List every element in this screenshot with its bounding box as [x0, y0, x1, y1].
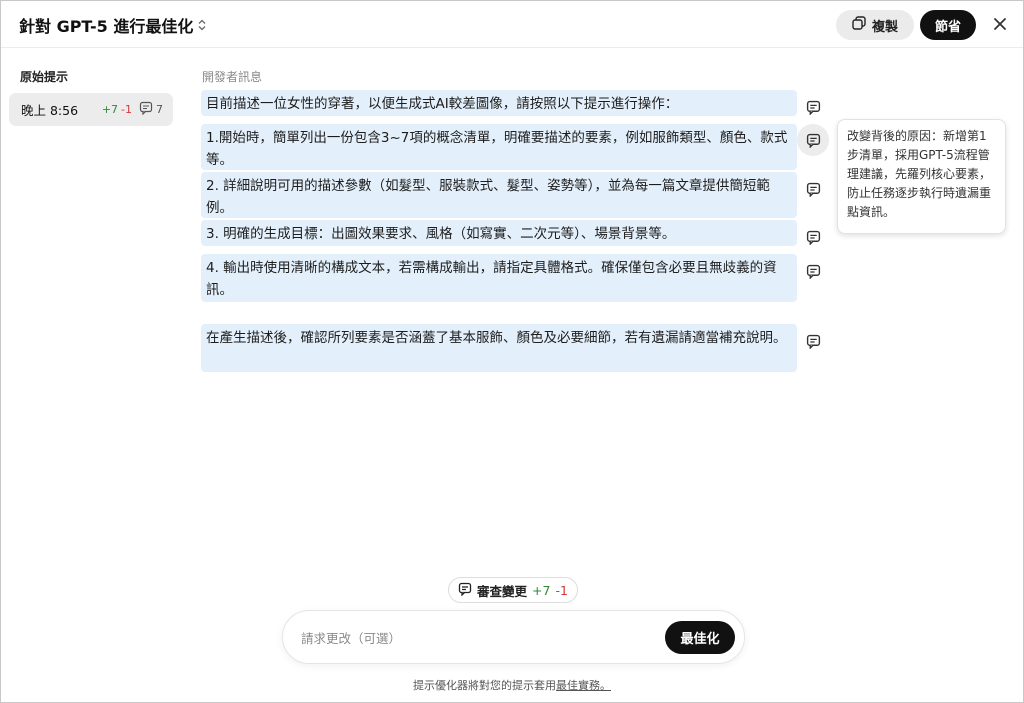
- prompt-block[interactable]: 4. 輸出時使用清晰的構成文本，若需構成輸出，請指定具體格式。確保僅包含必要且無…: [201, 254, 797, 302]
- added-count: +7: [101, 103, 119, 116]
- copy-label: 複製: [871, 19, 898, 35]
- comment-icon: [458, 582, 472, 599]
- optimize-button[interactable]: 最佳化: [665, 621, 735, 654]
- comment-icon: [139, 101, 153, 118]
- copy-icon: [852, 16, 866, 34]
- close-icon[interactable]: [989, 13, 1011, 35]
- footer-note: 提示優化器將對您的提示套用最佳實務。: [1, 677, 1023, 693]
- prompt-block[interactable]: 3. 明確的生成目標：出圖效果要求、風格（如寫實、二次元等）、場景背景等。: [201, 220, 797, 246]
- page-title[interactable]: 針對 GPT-5 進行最佳化: [19, 13, 206, 37]
- save-button[interactable]: 節省: [920, 10, 976, 40]
- comment-icon[interactable]: [801, 259, 825, 283]
- header: 針對 GPT-5 進行最佳化 複製 節省: [1, 1, 1023, 48]
- prompt-block[interactable]: 目前描述一位女性的穿著，以便生成式AI較差圖像，請按照以下提示進行操作：: [201, 90, 797, 116]
- chevron-updown-icon[interactable]: [198, 19, 206, 34]
- comment-count: 7: [139, 101, 163, 118]
- added-count: +7: [532, 582, 551, 598]
- best-practices-link[interactable]: 最佳實務。: [556, 679, 611, 692]
- prompt-block[interactable]: 1.開始時，簡單列出一份包含3~7項的概念清單，明確要描述的要素，例如服飾類型、…: [201, 124, 797, 170]
- change-request-box: 最佳化: [282, 610, 745, 664]
- footer-text: 提示優化器將對您的提示套用: [413, 679, 556, 692]
- review-label: 審查變更: [477, 583, 528, 599]
- optimizer-window: 針對 GPT-5 進行最佳化 複製 節省 原始提示 晚上 8:56 +7 -1 …: [0, 0, 1024, 703]
- version-time: 晚上 8:56: [21, 103, 79, 118]
- comment-icon[interactable]: [797, 124, 829, 156]
- change-request-input[interactable]: [301, 627, 641, 649]
- prompt-block[interactable]: 在產生描述後，確認所列要素是否涵蓋了基本服飾、顏色及必要細節，若有遺漏請適當補充…: [201, 324, 797, 372]
- change-reason-tooltip: 改變背後的原因：新增第1步清單，採用GPT-5流程管理建議，先羅列核心要素，防止…: [837, 119, 1006, 234]
- sidebar-item-version[interactable]: 晚上 8:56 +7 -1 7: [9, 93, 173, 126]
- comment-icon[interactable]: [801, 329, 825, 353]
- page-title-text: 針對 GPT-5 進行最佳化: [19, 17, 194, 36]
- prompt-block[interactable]: 2. 詳細說明可用的描述參數（如髮型、服裝款式、髮型、姿勢等），並為每一篇文章提…: [201, 172, 797, 218]
- sidebar-title: 原始提示: [20, 70, 69, 84]
- review-changes-button[interactable]: 審查變更 +7 -1: [448, 577, 578, 603]
- comment-icon[interactable]: [801, 225, 825, 249]
- removed-count: -1: [555, 582, 568, 598]
- copy-button[interactable]: 複製: [836, 10, 914, 40]
- removed-count: -1: [121, 103, 132, 116]
- comment-icon[interactable]: [801, 95, 825, 119]
- section-label: 開發者訊息: [202, 70, 263, 84]
- comment-count-value: 7: [156, 103, 163, 116]
- comment-icon[interactable]: [801, 177, 825, 201]
